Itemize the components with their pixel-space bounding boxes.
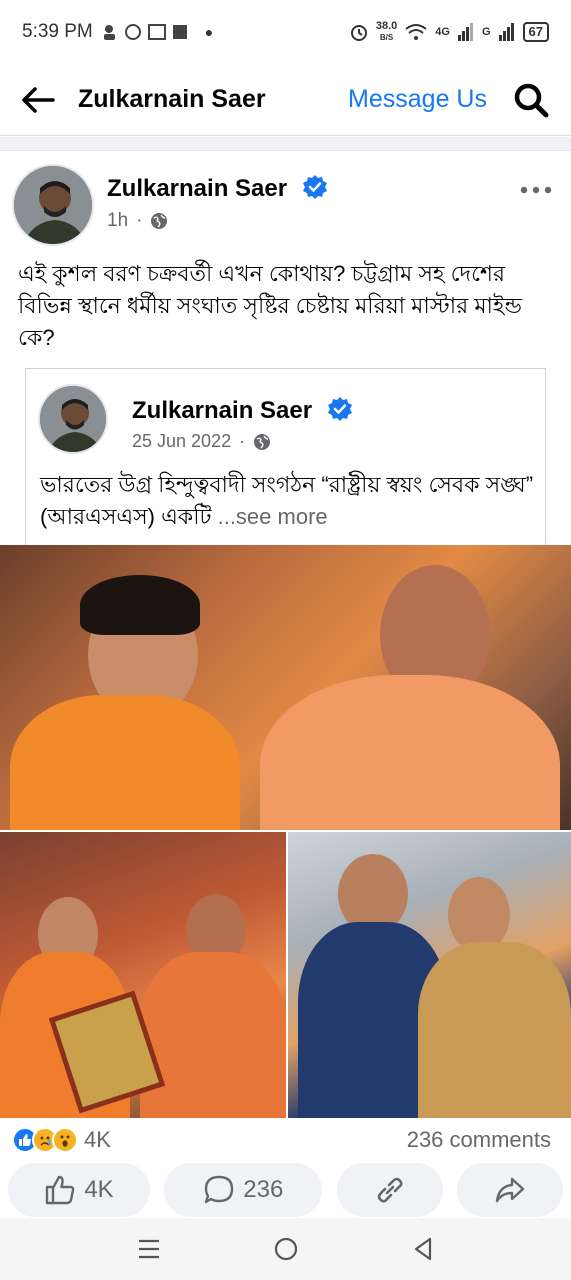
status-time: 5:39 PM: [22, 21, 93, 42]
shared-post-date: 25 Jun 2022: [132, 431, 232, 451]
back-button[interactable]: [18, 80, 58, 120]
verified-badge-icon: [327, 397, 352, 421]
meta-separator: ·: [136, 210, 143, 231]
like-count: 4K: [84, 1176, 114, 1203]
page-title: Zulkarnain Saer: [78, 85, 266, 113]
network-label-1: 4G: [435, 26, 450, 38]
like-button[interactable]: 4K: [8, 1163, 150, 1217]
section-divider: [0, 137, 571, 151]
link-icon: [377, 1177, 403, 1203]
page-header: Zulkarnain Saer Message Us: [0, 64, 571, 136]
share-icon: [495, 1177, 525, 1203]
comment-button[interactable]: 236: [164, 1163, 323, 1217]
more-options-button[interactable]: [519, 180, 553, 200]
dot-icon: ●: [204, 24, 214, 40]
reaction-count: 4K: [84, 1127, 111, 1152]
shared-author-name[interactable]: Zulkarnain Saer: [132, 396, 353, 425]
post-meta: 1h ·: [107, 210, 168, 232]
comment-icon: [205, 1175, 234, 1204]
search-button[interactable]: [509, 78, 553, 122]
shared-author-avatar[interactable]: [38, 384, 108, 454]
meta-separator: ·: [239, 431, 246, 451]
alarm-icon: [350, 25, 367, 41]
more-options-icon: [520, 186, 552, 194]
shared-post-card[interactable]: Zulkarnain Saer 25 Jun 2022 · ভারতের উগ্…: [25, 368, 546, 548]
post-text: এই কুশল বরণ চক্রবর্তী এখন কোথায়? চট্টগ্…: [18, 261, 522, 350]
signal-icon: [457, 23, 473, 41]
search-icon: [514, 83, 549, 117]
post-header: Zulkarnain Saer 1h ·: [0, 152, 571, 250]
post-author-name[interactable]: Zulkarnain Saer: [107, 174, 328, 203]
comment-count: 236: [243, 1176, 284, 1203]
verified-badge-icon: [302, 175, 327, 199]
post-photo-2[interactable]: [0, 832, 286, 1118]
signal-icon: [498, 23, 514, 41]
share-button[interactable]: [456, 1163, 563, 1217]
shared-post-text: ভারতের উগ্র হিন্দুত্ববাদী সংগঠন “রাষ্ট্র…: [40, 472, 534, 529]
shared-post-meta: 25 Jun 2022 ·: [132, 431, 271, 452]
copy-link-button[interactable]: [336, 1163, 443, 1217]
network-speed: 38.0 B/S: [375, 20, 398, 43]
back-nav-icon: [414, 1237, 431, 1261]
reactions-summary[interactable]: 4K 236 comments: [0, 1118, 571, 1162]
system-nav-bar: [0, 1218, 571, 1280]
reaction-icons: [12, 1127, 78, 1153]
recent-apps-button[interactable]: [129, 1229, 169, 1269]
wifi-icon: [405, 24, 427, 40]
post-actions: 4K 236: [0, 1162, 571, 1218]
post-photo-1[interactable]: [0, 545, 571, 830]
post-time: 1h: [107, 210, 129, 231]
home-button[interactable]: [266, 1229, 306, 1269]
wow-reaction-icon: [52, 1127, 78, 1153]
battery-indicator: 67: [522, 22, 549, 42]
post-photo-3[interactable]: [288, 832, 571, 1118]
globe-icon: [254, 433, 271, 450]
back-arrow-icon: [22, 86, 55, 113]
message-us-link[interactable]: Message Us: [348, 85, 487, 114]
globe-icon: [151, 213, 168, 229]
system-back-button[interactable]: [403, 1229, 443, 1269]
see-more-link[interactable]: ...see more: [218, 504, 328, 529]
notification-icons: [103, 24, 187, 40]
status-bar: 5:39 PM ● 38.0 B/S 4G G 67: [0, 0, 571, 64]
comments-count[interactable]: 236 comments: [407, 1127, 559, 1153]
menu-icon: [138, 1239, 159, 1259]
author-avatar[interactable]: [12, 164, 94, 246]
network-label-2: G: [481, 26, 491, 38]
home-icon: [274, 1237, 297, 1261]
like-icon: [46, 1175, 75, 1205]
